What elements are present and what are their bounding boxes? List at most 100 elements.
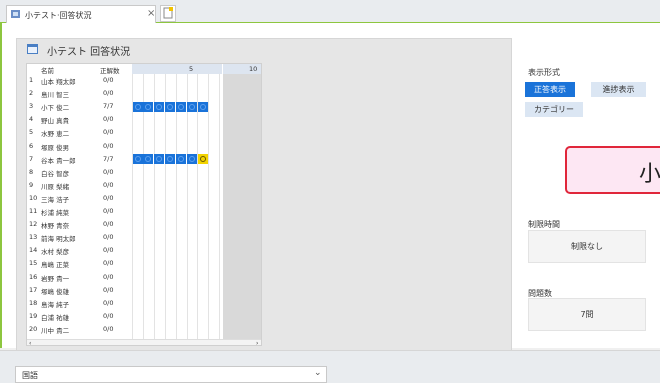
- row-number: 11: [29, 207, 38, 215]
- row-number: 5: [29, 128, 34, 137]
- window-icon: [27, 44, 38, 54]
- answer-cell-correct[interactable]: [187, 154, 197, 165]
- row-number: 6: [29, 141, 34, 150]
- student-score: 0/0: [103, 259, 114, 268]
- grid-column-line: [153, 74, 155, 339]
- row-number: 3: [29, 102, 34, 111]
- grid-column-line: [208, 74, 210, 339]
- time-limit-value: 制限なし: [528, 230, 646, 263]
- row-number: 12: [29, 220, 38, 229]
- student-score: 0/0: [103, 141, 114, 150]
- student-score: 0/0: [103, 272, 114, 281]
- answer-cell-correct[interactable]: [176, 101, 187, 112]
- student-name: 塚嶋 俊雄: [41, 287, 70, 296]
- row-number: 15: [29, 259, 38, 268]
- row-number: 13: [29, 233, 38, 242]
- student-score: 0/0: [103, 285, 114, 294]
- row-number: 20: [29, 324, 38, 333]
- category-view-button[interactable]: カテゴリー: [525, 102, 583, 117]
- answer-cell-correct[interactable]: [132, 101, 143, 112]
- student-name: 前海 明太郎: [41, 235, 76, 244]
- student-name: 谷本 貴一郎: [41, 156, 76, 165]
- panel-title: 小テスト 回答状況: [47, 47, 131, 58]
- panel-header: 小テスト 回答状況: [17, 39, 511, 59]
- header-name: 名前: [41, 67, 54, 75]
- student-name: 杉浦 純菜: [41, 209, 70, 217]
- quiz-banner: 小: [565, 146, 660, 194]
- student-name: 島海 純子: [41, 300, 70, 309]
- scroll-right-icon[interactable]: ›: [256, 340, 258, 345]
- student-score: 0/0: [103, 246, 114, 255]
- tab-quiz-status[interactable]: 小テスト·回答状況 ×: [6, 5, 156, 23]
- question-count-value: 7問: [528, 298, 646, 331]
- student-name: 山本 翔太郎: [41, 78, 76, 86]
- tab-label: 小テスト·回答状況: [25, 11, 92, 20]
- student-score: 7/7: [103, 102, 114, 111]
- display-format-label: 表示形式: [528, 68, 560, 77]
- quiz-banner-text: 小: [639, 162, 660, 187]
- answer-cell-correct[interactable]: [154, 101, 165, 112]
- close-icon[interactable]: ×: [147, 8, 155, 19]
- answer-cell-correct[interactable]: [143, 154, 154, 165]
- student-score: 0/0: [103, 167, 114, 176]
- row-number: 18: [29, 298, 38, 307]
- row-number: 8: [29, 167, 34, 176]
- row-number: 7: [29, 154, 34, 163]
- grid-column-line: [164, 74, 166, 339]
- student-score: 0/0: [103, 115, 114, 124]
- student-score: 0/0: [103, 193, 114, 202]
- grid-header-band: [132, 64, 222, 74]
- student-score: 0/0: [103, 220, 114, 229]
- bottom-bar: 国語 ⌄: [0, 350, 660, 383]
- horizontal-scrollbar[interactable]: ‹ ›: [27, 339, 261, 345]
- time-limit-label: 制限時間: [528, 220, 560, 229]
- row-number: 17: [29, 285, 38, 294]
- student-name: 塚原 俊男: [41, 143, 70, 152]
- header-col-5: 5: [189, 65, 194, 73]
- student-score: 0/0: [103, 233, 114, 242]
- student-name: 小下 俊二: [41, 104, 70, 113]
- student-name: 水野 恵二: [41, 130, 70, 139]
- side-panel: 表示形式 正答表示 進捗表示 カテゴリー 小 制限時間 制限なし 問題数 7問: [512, 23, 660, 348]
- user-group-icon: [11, 10, 20, 18]
- answer-grid[interactable]: 名前 正解数 5 10 ‹ › 1 山本 翔太郎 0/0 2 島川 智三 0/0 3 小下 俊…: [26, 63, 262, 346]
- answer-cell-correct[interactable]: [165, 154, 176, 165]
- subject-select-value: 国語: [22, 371, 38, 380]
- answer-cell-partial[interactable]: [197, 154, 208, 165]
- student-name: 野山 真貴: [41, 117, 70, 126]
- row-number: 14: [29, 246, 38, 255]
- answer-cell-correct[interactable]: [187, 101, 197, 112]
- subject-select[interactable]: 国語 ⌄: [15, 366, 327, 383]
- student-name: 岩野 貴一: [41, 274, 70, 283]
- student-name: 三海 浩子: [41, 195, 70, 204]
- row-number: 10: [29, 193, 38, 202]
- student-score: 0/0: [103, 298, 114, 307]
- new-tab-button[interactable]: [160, 5, 176, 22]
- row-number: 16: [29, 272, 38, 281]
- student-name: 白浦 祐雄: [41, 313, 70, 322]
- student-score: 0/0: [103, 207, 114, 215]
- answer-cell-correct[interactable]: [165, 101, 176, 112]
- student-name: 川原 梨緒: [41, 182, 70, 191]
- student-score: 0/0: [103, 89, 114, 98]
- row-number: 19: [29, 311, 38, 320]
- student-name: 林野 青奈: [41, 222, 70, 231]
- student-name: 川中 貴二: [41, 326, 70, 335]
- scroll-left-icon[interactable]: ‹: [29, 340, 31, 345]
- progress-view-button[interactable]: 進捗表示: [591, 82, 646, 97]
- answer-cell-correct[interactable]: [176, 154, 187, 165]
- row-number: 9: [29, 180, 34, 189]
- answer-cell-correct[interactable]: [132, 154, 143, 165]
- correct-answer-view-button[interactable]: 正答表示: [525, 82, 575, 97]
- student-score: 0/0: [103, 128, 114, 137]
- student-score: 0/0: [103, 324, 114, 333]
- row-number: 2: [29, 89, 34, 98]
- answer-cell-correct[interactable]: [143, 101, 154, 112]
- answer-cell-correct[interactable]: [197, 101, 208, 112]
- grid-column-line: [186, 74, 188, 339]
- chevron-down-icon: ⌄: [314, 368, 322, 378]
- student-name: 島川 智三: [41, 91, 70, 100]
- answer-cell-correct[interactable]: [154, 154, 165, 165]
- tab-bar: 小テスト·回答状況 ×: [0, 0, 660, 23]
- grid-column-line: [197, 74, 199, 339]
